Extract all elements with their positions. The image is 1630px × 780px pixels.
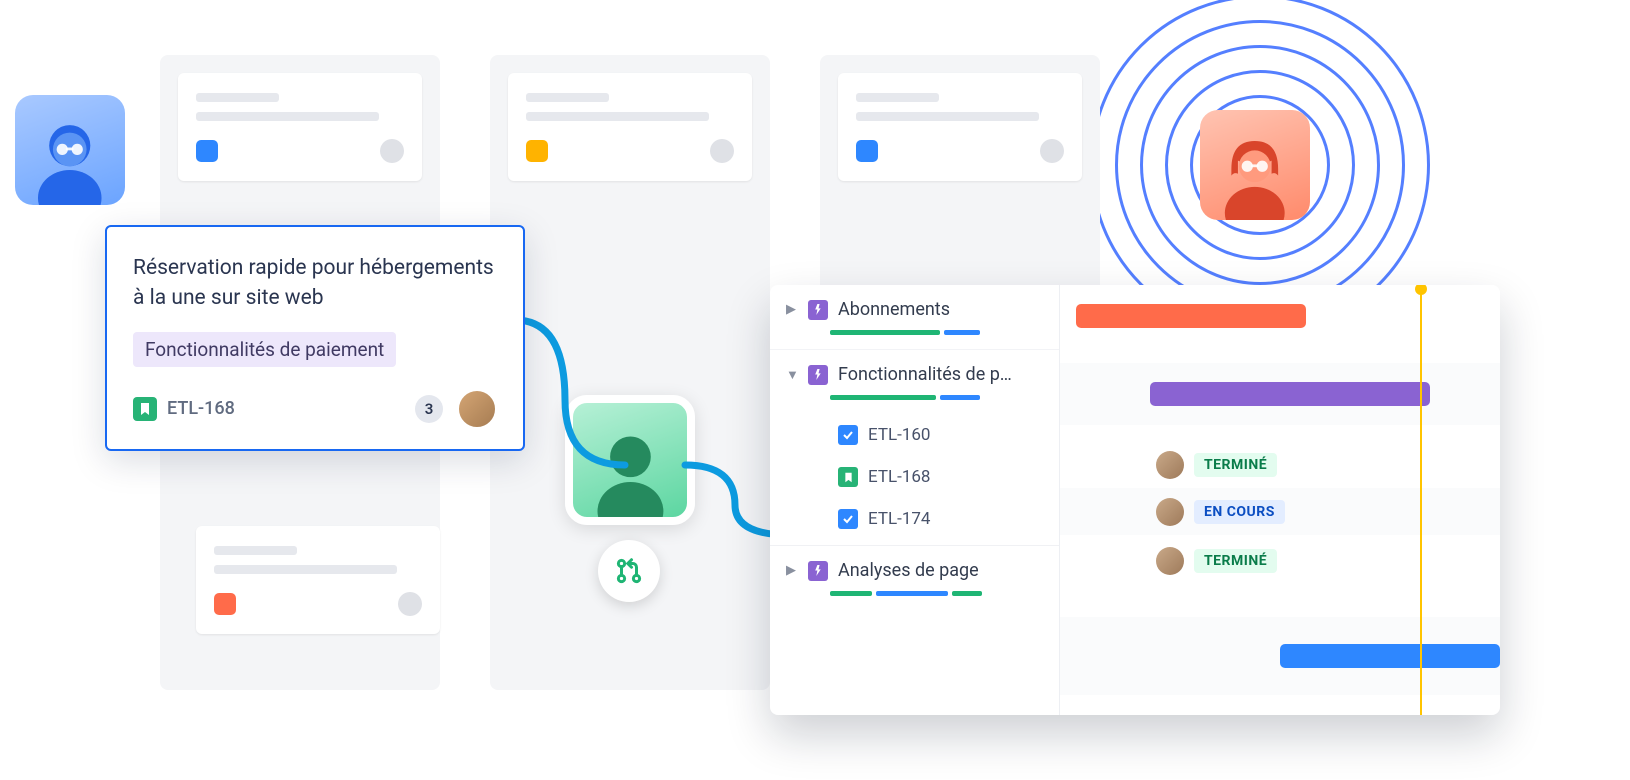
story-card[interactable]: Réservation rapide pour hébergements à l… <box>105 225 525 451</box>
gantt-bar[interactable] <box>1150 382 1430 406</box>
issue-key[interactable]: ETL-168 <box>167 398 235 419</box>
task-status: TERMINÉ <box>1156 451 1277 479</box>
persona-avatar-red <box>1200 110 1310 220</box>
story-points-badge: 3 <box>415 395 443 423</box>
epic-icon <box>808 300 828 320</box>
today-marker <box>1420 285 1422 715</box>
epic-progress <box>830 395 1041 400</box>
persona-avatar-green <box>565 395 695 525</box>
chevron-right-icon[interactable]: ▶ <box>786 302 798 317</box>
epic-progress <box>830 330 1041 335</box>
assignee-avatar[interactable] <box>1156 451 1184 479</box>
epic-row[interactable]: ▼ Fonctionnalités de p… <box>770 350 1059 414</box>
task-check-icon <box>838 425 858 445</box>
roadmap-panel: ▶ Abonnements ▼ Fonctionnalités de p… E <box>770 285 1500 715</box>
card-skeleton[interactable] <box>178 73 422 181</box>
story-epic-tag[interactable]: Fonctionnalités de paiement <box>133 332 396 367</box>
gantt-bar[interactable] <box>1076 304 1306 328</box>
card-skeleton[interactable] <box>838 73 1082 181</box>
epic-icon <box>808 365 828 385</box>
pull-request-icon[interactable] <box>598 540 660 602</box>
epic-icon <box>808 561 828 581</box>
status-chip-done: TERMINÉ <box>1194 549 1277 573</box>
task-row[interactable]: ETL-168 <box>770 456 1059 498</box>
assignee-avatar[interactable] <box>1156 498 1184 526</box>
card-skeleton[interactable] <box>508 73 752 181</box>
assignee-avatar[interactable] <box>457 389 497 429</box>
issue-key: ETL-160 <box>868 425 931 445</box>
gantt-area[interactable]: TERMINÉ EN COURS TERMINÉ <box>1060 285 1500 715</box>
task-check-icon <box>838 509 858 529</box>
bookmark-icon <box>133 397 157 421</box>
epic-row[interactable]: ▶ Analyses de page <box>770 546 1059 610</box>
chevron-right-icon[interactable]: ▶ <box>786 563 798 578</box>
status-chip-done: TERMINÉ <box>1194 453 1277 477</box>
issue-key: ETL-168 <box>868 467 931 487</box>
gantt-bar[interactable] <box>1280 644 1500 668</box>
chevron-down-icon[interactable]: ▼ <box>786 367 798 383</box>
roadmap-tree: ▶ Abonnements ▼ Fonctionnalités de p… E <box>770 285 1060 715</box>
status-chip-progress: EN COURS <box>1194 500 1285 524</box>
epic-name: Fonctionnalités de p… <box>838 364 1041 385</box>
bookmark-icon <box>838 467 858 487</box>
persona-avatar-blue <box>15 95 125 205</box>
task-status: EN COURS <box>1156 498 1285 526</box>
card-skeleton[interactable] <box>196 526 440 634</box>
task-row[interactable]: ETL-160 <box>770 414 1059 456</box>
story-title: Réservation rapide pour hébergements à l… <box>133 253 497 314</box>
epic-name: Analyses de page <box>838 560 1041 581</box>
assignee-avatar[interactable] <box>1156 547 1184 575</box>
epic-name: Abonnements <box>838 299 1041 320</box>
task-status: TERMINÉ <box>1156 547 1277 575</box>
epic-row[interactable]: ▶ Abonnements <box>770 285 1059 350</box>
task-row[interactable]: ETL-174 <box>770 498 1059 546</box>
issue-key: ETL-174 <box>868 509 931 529</box>
epic-progress <box>830 591 1041 596</box>
